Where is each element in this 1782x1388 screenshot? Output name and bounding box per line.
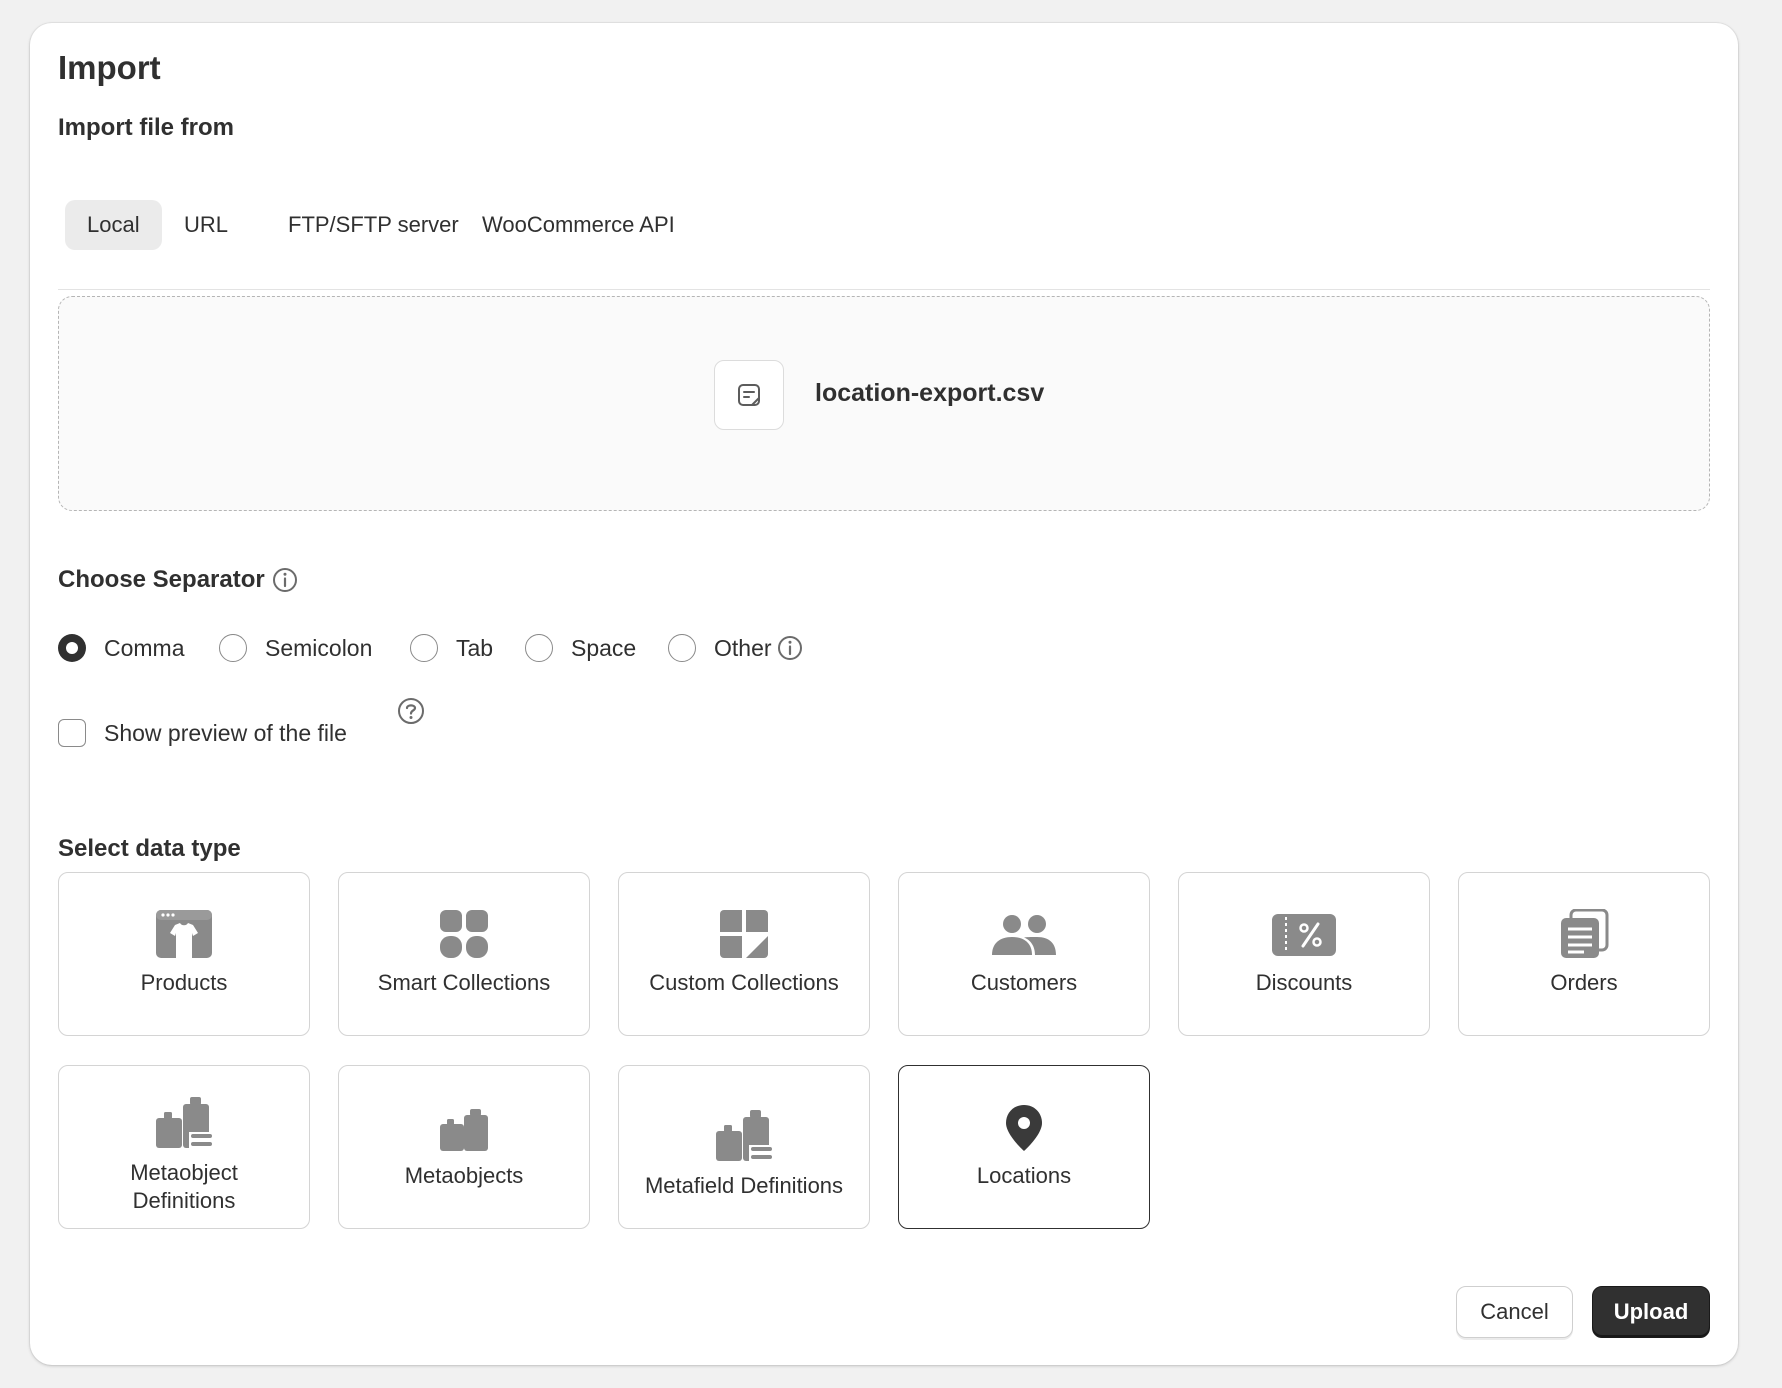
tab-local[interactable]: Local <box>65 200 162 250</box>
tile-customers[interactable]: Customers <box>898 872 1150 1036</box>
product-icon <box>156 910 212 959</box>
radio-semicolon[interactable]: Semicolon <box>219 628 372 668</box>
metaobjects-icon <box>440 1109 488 1151</box>
radio-space[interactable]: Space <box>525 628 636 668</box>
radio-other-control[interactable] <box>668 634 696 662</box>
smart-collection-icon <box>440 910 488 958</box>
tile-locations[interactable]: Locations <box>898 1065 1150 1229</box>
metaobject-definitions-icon <box>156 1097 213 1150</box>
radio-comma-label: Comma <box>104 634 185 661</box>
tile-metaobject-definitions-label-line1: Metaobject <box>130 1160 238 1185</box>
customers-icon <box>992 915 1056 955</box>
radio-comma-control[interactable] <box>58 634 86 662</box>
data-type-heading: Select data type <box>58 835 241 862</box>
radio-semicolon-label: Semicolon <box>265 634 373 661</box>
radio-other-label: Other <box>714 634 772 661</box>
tile-custom-collections-label: Custom Collections <box>649 970 839 995</box>
separator-heading-text: Choose Separator <box>58 566 265 593</box>
show-preview-checkbox[interactable] <box>58 719 86 747</box>
discount-icon <box>1272 914 1336 956</box>
tile-smart-collections[interactable]: Smart Collections <box>338 872 590 1036</box>
tile-metaobjects[interactable]: Metaobjects <box>338 1065 590 1229</box>
metafield-definitions-icon <box>716 1110 773 1163</box>
tile-customers-label: Customers <box>970 970 1078 995</box>
radio-tab-control[interactable] <box>410 634 438 662</box>
tile-products-label: Products <box>140 970 228 995</box>
page-title: Import <box>58 49 161 86</box>
import-card: Import Import file from Local URL FTP/SF… <box>30 23 1738 1365</box>
orders-icon <box>1561 909 1609 958</box>
info-icon[interactable] <box>271 566 299 594</box>
radio-comma[interactable]: Comma <box>58 628 185 668</box>
info-icon[interactable] <box>776 634 804 662</box>
tab-url[interactable]: URL <box>162 200 250 250</box>
file-dropzone[interactable]: location-export.csv <box>58 296 1710 511</box>
tile-products[interactable]: Products <box>58 872 310 1036</box>
tab-woocommerce-api[interactable]: WooCommerce API <box>460 200 697 250</box>
tile-custom-collections[interactable]: Custom Collections <box>618 872 870 1036</box>
tab-ftp-sftp-server[interactable]: FTP/SFTP server <box>266 200 481 250</box>
radio-other[interactable]: Other <box>668 628 804 668</box>
import-source-heading: Import file from <box>58 114 235 141</box>
tile-discounts[interactable]: Discounts <box>1178 872 1430 1036</box>
source-tabs: Local URL FTP/SFTP server WooCommerce AP… <box>58 200 1710 290</box>
tile-orders[interactable]: Orders <box>1458 872 1710 1036</box>
radio-tab[interactable]: Tab <box>410 628 493 668</box>
radio-space-control[interactable] <box>525 634 553 662</box>
show-preview-label: Show preview of the file <box>104 719 347 746</box>
tile-discounts-label: Discounts <box>1255 970 1353 995</box>
upload-button[interactable]: Upload <box>1592 1286 1710 1338</box>
tile-metafield-definitions-label: Metafield Definitions <box>644 1173 844 1198</box>
radio-semicolon-control[interactable] <box>219 634 247 662</box>
tile-orders-label: Orders <box>1550 970 1618 995</box>
tile-locations-label: Locations <box>976 1163 1072 1188</box>
tile-metaobject-definitions-label: Metaobject Definitions <box>59 1159 309 1215</box>
file-thumbnail <box>714 360 784 430</box>
tile-smart-collections-label: Smart Collections <box>377 970 551 995</box>
cancel-button[interactable]: Cancel <box>1456 1286 1573 1338</box>
tile-metaobject-definitions-label-line2: Definitions <box>132 1188 236 1213</box>
radio-space-label: Space <box>571 634 637 661</box>
tile-metafield-definitions[interactable]: Metafield Definitions <box>618 1065 870 1229</box>
file-name: location-export.csv <box>815 379 1045 407</box>
location-pin-icon <box>1006 1105 1042 1151</box>
tile-metaobject-definitions[interactable]: Metaobject Definitions <box>58 1065 310 1229</box>
separator-heading: Choose Separator <box>58 566 299 594</box>
show-preview-checkbox-row[interactable]: Show preview of the file <box>58 719 347 747</box>
help-icon[interactable] <box>396 696 426 726</box>
tile-metaobjects-label: Metaobjects <box>404 1163 524 1188</box>
file-icon <box>738 384 760 406</box>
custom-collection-icon <box>720 910 768 958</box>
radio-tab-label: Tab <box>456 634 494 661</box>
